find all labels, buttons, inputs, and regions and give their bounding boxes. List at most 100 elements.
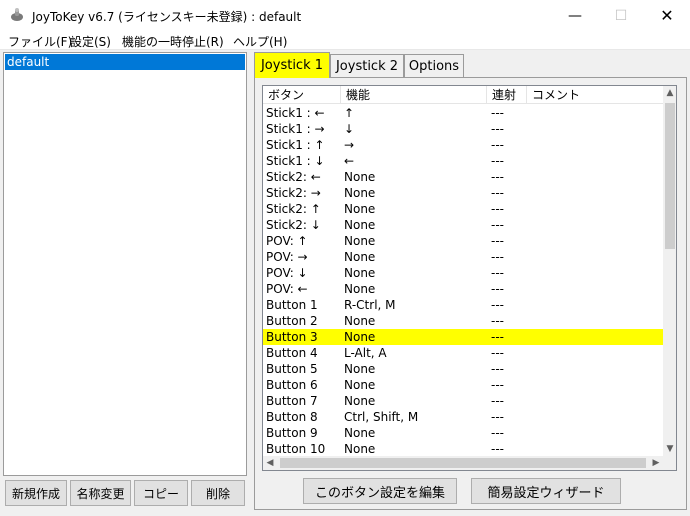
table-row[interactable]: Button 6 None --- xyxy=(263,377,663,393)
table-row[interactable]: POV: ↑ None --- xyxy=(263,233,663,249)
table-row[interactable]: Button 1 R-Ctrl, M --- xyxy=(263,297,663,313)
row-button-cell: Button 5 xyxy=(266,362,318,376)
row-button-cell: Stick1 : ↑ xyxy=(266,138,325,152)
table-row[interactable]: Button 8 Ctrl, Shift, M --- xyxy=(263,409,663,425)
vertical-scroll-thumb[interactable] xyxy=(665,103,675,249)
title-bar: JoyToKey v6.7 (ライセンスキー未登録) : default — ☐… xyxy=(0,0,690,31)
table-row[interactable]: Stick1 : ↑ → --- xyxy=(263,137,663,153)
horizontal-scroll-thumb[interactable] xyxy=(280,458,646,468)
row-button-cell: POV: ↑ xyxy=(266,234,308,248)
row-button-cell: POV: ← xyxy=(266,282,308,296)
row-rapid-cell: --- xyxy=(491,250,504,264)
table-row[interactable]: Stick2: ↑ None --- xyxy=(263,201,663,217)
row-rapid-cell: --- xyxy=(491,170,504,184)
row-rapid-cell: --- xyxy=(491,218,504,232)
panel-splitter[interactable] xyxy=(250,52,253,512)
table-row[interactable]: Stick1 : → ↓ --- xyxy=(263,121,663,137)
table-row[interactable]: POV: ← None --- xyxy=(263,281,663,297)
menu-file[interactable]: ファイル(F) xyxy=(8,33,72,50)
tab-options[interactable]: Options xyxy=(404,54,464,77)
list-rows: Stick1 : ← ↑ --- Stick1 : → ↓ --- Stick1 : ↑ → -… xyxy=(263,105,663,457)
scroll-down-icon[interactable]: ▼ xyxy=(663,442,676,456)
vertical-scrollbar[interactable]: ▲ ▼ xyxy=(663,86,676,456)
scroll-up-icon[interactable]: ▲ xyxy=(663,86,676,100)
row-function-cell: None xyxy=(344,378,376,392)
table-row[interactable]: POV: ↓ None --- xyxy=(263,265,663,281)
setup-wizard-button[interactable]: 簡易設定ウィザード xyxy=(471,478,621,504)
row-function-cell: None xyxy=(344,282,376,296)
rename-profile-button[interactable]: 名称変更 xyxy=(70,480,131,506)
row-function-cell: None xyxy=(344,362,376,376)
scroll-right-icon[interactable]: ▶ xyxy=(649,456,663,470)
table-row[interactable]: Stick1 : ↓ ← --- xyxy=(263,153,663,169)
row-rapid-cell: --- xyxy=(491,442,504,456)
row-button-cell: Stick1 : ↓ xyxy=(266,154,325,168)
table-row[interactable]: Button 9 None --- xyxy=(263,425,663,441)
row-function-cell: None xyxy=(344,266,376,280)
table-row[interactable]: Button 2 None --- xyxy=(263,313,663,329)
row-rapid-cell: --- xyxy=(491,202,504,216)
column-header-comment[interactable]: コメント xyxy=(527,86,663,104)
row-rapid-cell: --- xyxy=(491,234,504,248)
column-header-rapid[interactable]: 連射 xyxy=(487,86,527,104)
table-row[interactable]: Stick2: ← None --- xyxy=(263,169,663,185)
row-rapid-cell: --- xyxy=(491,362,504,376)
row-function-cell: ↑ xyxy=(344,106,355,120)
row-function-cell: None xyxy=(344,426,376,440)
minimize-button[interactable]: — xyxy=(552,0,598,31)
table-row[interactable]: Button 5 None --- xyxy=(263,361,663,377)
row-function-cell: None xyxy=(344,314,376,328)
close-button[interactable]: ✕ xyxy=(644,0,690,31)
row-button-cell: POV: ↓ xyxy=(266,266,308,280)
column-header-button[interactable]: ボタン xyxy=(263,86,341,104)
horizontal-scrollbar[interactable]: ◀ ▶ xyxy=(263,456,663,470)
row-button-cell: Button 3 xyxy=(266,330,318,344)
row-rapid-cell: --- xyxy=(491,394,504,408)
table-row[interactable]: Button 4 L-Alt, A --- xyxy=(263,345,663,361)
table-row[interactable]: Button 7 None --- xyxy=(263,393,663,409)
row-button-cell: POV: → xyxy=(266,250,308,264)
copy-profile-button[interactable]: コピー xyxy=(134,480,188,506)
maximize-button[interactable]: ☐ xyxy=(598,0,644,31)
table-row[interactable]: POV: → None --- xyxy=(263,249,663,265)
menu-bar: ファイル(F) 設定(S) 機能の一時停止(R) ヘルプ(H) xyxy=(0,31,690,50)
row-rapid-cell: --- xyxy=(491,346,504,360)
row-button-cell: Stick2: ↑ xyxy=(266,202,321,216)
row-rapid-cell: --- xyxy=(491,410,504,424)
column-header-function[interactable]: 機能 xyxy=(341,86,487,104)
button-assignment-list[interactable]: ボタン 機能 連射 コメント Stick1 : ← ↑ --- Stick1 : → ↓… xyxy=(262,85,677,471)
edit-button-setting-button[interactable]: このボタン設定を編集 xyxy=(303,478,457,504)
scroll-left-icon[interactable]: ◀ xyxy=(263,456,277,470)
row-rapid-cell: --- xyxy=(491,122,504,136)
row-rapid-cell: --- xyxy=(491,282,504,296)
table-row[interactable]: Button 3 None --- xyxy=(263,329,663,345)
delete-profile-button[interactable]: 削除 xyxy=(191,480,245,506)
row-function-cell: None xyxy=(344,186,376,200)
profile-item-default[interactable]: default xyxy=(5,54,245,70)
row-rapid-cell: --- xyxy=(491,378,504,392)
joystick-1-page: ボタン 機能 連射 コメント Stick1 : ← ↑ --- Stick1 : → ↓… xyxy=(254,77,687,510)
row-rapid-cell: --- xyxy=(491,138,504,152)
menu-pause[interactable]: 機能の一時停止(R) xyxy=(122,33,224,50)
table-row[interactable]: Button 10 None --- xyxy=(263,441,663,457)
row-function-cell: None xyxy=(344,442,376,456)
profile-list[interactable]: default xyxy=(3,52,247,476)
table-row[interactable]: Stick2: → None --- xyxy=(263,185,663,201)
new-profile-button[interactable]: 新規作成 xyxy=(5,480,67,506)
tab-joystick-1[interactable]: Joystick 1 xyxy=(254,52,330,78)
menu-settings[interactable]: 設定(S) xyxy=(70,33,111,50)
row-rapid-cell: --- xyxy=(491,106,504,120)
row-function-cell: None xyxy=(344,218,376,232)
table-row[interactable]: Stick2: ↓ None --- xyxy=(263,217,663,233)
menu-help[interactable]: ヘルプ(H) xyxy=(233,33,287,50)
table-row[interactable]: Stick1 : ← ↑ --- xyxy=(263,105,663,121)
row-button-cell: Button 2 xyxy=(266,314,318,328)
row-rapid-cell: --- xyxy=(491,266,504,280)
window-title: JoyToKey v6.7 (ライセンスキー未登録) : default xyxy=(32,10,302,24)
row-function-cell: Ctrl, Shift, M xyxy=(344,410,419,424)
row-button-cell: Button 10 xyxy=(266,442,326,456)
tab-joystick-2[interactable]: Joystick 2 xyxy=(330,54,404,77)
row-function-cell: None xyxy=(344,250,376,264)
row-button-cell: Button 1 xyxy=(266,298,318,312)
row-function-cell: None xyxy=(344,330,376,344)
